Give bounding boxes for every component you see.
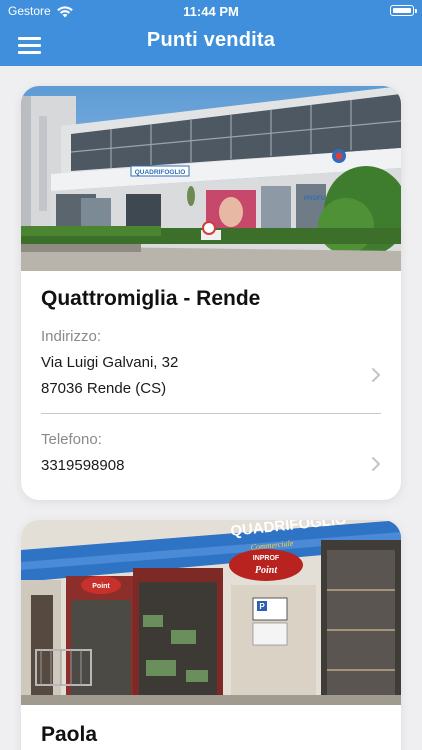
status-bar: Gestore 11:44 PM	[0, 0, 422, 22]
address-line-1: Via Luigi Galvani, 32	[41, 354, 179, 371]
battery-icon	[390, 5, 417, 16]
store-photo-illustration: QUADRIFOGLIO PROFU	[21, 86, 401, 271]
store-photo: QUADRIFOGLIO Commerciale Point INPROF Po…	[21, 520, 401, 705]
svg-text:Point: Point	[255, 565, 278, 576]
address-chevron-right-icon[interactable]	[371, 367, 381, 383]
status-time: 11:44 PM	[183, 4, 239, 19]
store-sign-text: QUADRIFOGLIO	[135, 169, 186, 176]
svg-text:PROFU: PROFU	[304, 196, 325, 202]
phone-label: Telefono:	[41, 431, 102, 448]
store-card[interactable]: QUADRIFOGLIO PROFU Quattromiglia - Rende…	[21, 86, 401, 500]
svg-text:INPROF: INPROF	[253, 555, 280, 562]
store-card[interactable]: QUADRIFOGLIO Commerciale Point INPROF Po…	[21, 520, 401, 750]
page-title: Punti vendita	[146, 29, 276, 51]
phone-number[interactable]: 3319598908	[41, 457, 124, 474]
screen: Gestore 11:44 PM Punti vendita QUADRIFOG…	[0, 0, 422, 750]
store-photo: QUADRIFOGLIO PROFU	[21, 86, 401, 271]
store-name: Quattromiglia - Rende	[41, 287, 261, 310]
svg-text:Point: Point	[92, 583, 110, 590]
svg-text:P: P	[259, 602, 265, 611]
store-photo-illustration: QUADRIFOGLIO Commerciale Point INPROF Po…	[21, 520, 401, 705]
nav-bar: Punti vendita	[0, 22, 422, 66]
store-name: Paola	[41, 723, 98, 746]
app-header: Gestore 11:44 PM Punti vendita	[0, 0, 422, 66]
section-divider	[41, 413, 381, 414]
address-line-2: 87036 Rende (CS)	[41, 380, 167, 397]
battery-level	[392, 7, 411, 13]
address-label: Indirizzo:	[41, 328, 102, 345]
phone-chevron-right-icon[interactable]	[371, 456, 381, 472]
